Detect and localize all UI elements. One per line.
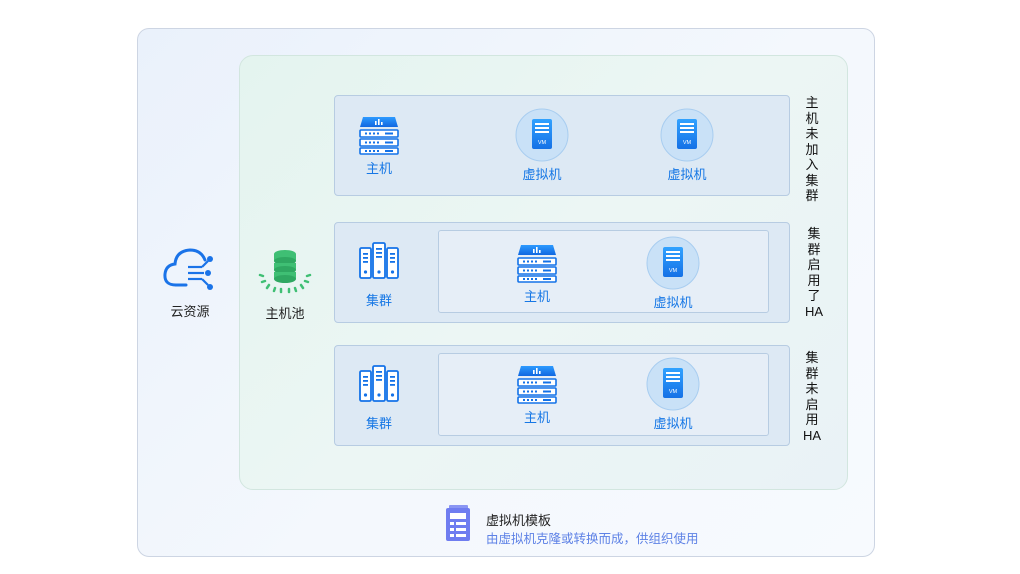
cluster-servers-icon (334, 364, 424, 404)
vm-icon: VM (642, 108, 732, 162)
vm-icon: VM (628, 236, 718, 290)
cluster-servers-icon (334, 241, 424, 281)
host-server-icon (492, 362, 582, 404)
cloud-resource-label: 云资源 (170, 304, 210, 319)
host-label: 主机 (365, 161, 392, 176)
svg-text:VM: VM (683, 140, 692, 146)
host-node: 主机 (334, 113, 424, 177)
cloud-network-icon (145, 243, 235, 295)
cluster-node: 集群 (334, 241, 424, 309)
svg-text:VM: VM (669, 268, 678, 274)
vm-label: 虚拟机 (653, 295, 693, 310)
vm-node: VM 虚拟机 (628, 236, 718, 311)
template-description: 由虚拟机克隆或转换而成，供组织使用 (486, 532, 699, 546)
svg-text:VM: VM (538, 140, 547, 146)
template-document-icon (444, 504, 472, 547)
cluster-label: 集群 (365, 293, 392, 308)
vm-node: VM 虚拟机 (642, 108, 732, 183)
host-server-icon (492, 241, 582, 283)
cluster-members-box (438, 353, 769, 436)
cluster-node: 集群 (334, 364, 424, 432)
svg-text:VM: VM (669, 389, 678, 395)
cluster-label: 集群 (365, 416, 392, 431)
cloud-resource-node: 云资源 (145, 243, 235, 320)
host-node: 主机 (492, 362, 582, 426)
row-side-label: 集群启用了 HA (804, 226, 824, 319)
host-pool-label: 主机池 (265, 306, 305, 321)
row-side-label: 集群未启用 HA (802, 350, 822, 443)
template-title: 虚拟机模板 (486, 513, 552, 528)
row-side-label: 主机未加入集群 (805, 95, 819, 203)
cluster-members-box (438, 230, 769, 313)
vm-node: VM 虚拟机 (497, 108, 587, 183)
host-label: 主机 (523, 289, 550, 304)
database-stack-icon (240, 246, 330, 294)
vm-node: VM 虚拟机 (628, 357, 718, 432)
vm-label: 虚拟机 (522, 167, 562, 182)
host-pool-node: 主机池 (240, 246, 330, 322)
host-server-icon (334, 113, 424, 155)
host-node: 主机 (492, 241, 582, 305)
vm-label: 虚拟机 (667, 167, 707, 182)
vm-label: 虚拟机 (653, 416, 693, 431)
vm-icon: VM (497, 108, 587, 162)
vm-icon: VM (628, 357, 718, 411)
host-label: 主机 (523, 410, 550, 425)
